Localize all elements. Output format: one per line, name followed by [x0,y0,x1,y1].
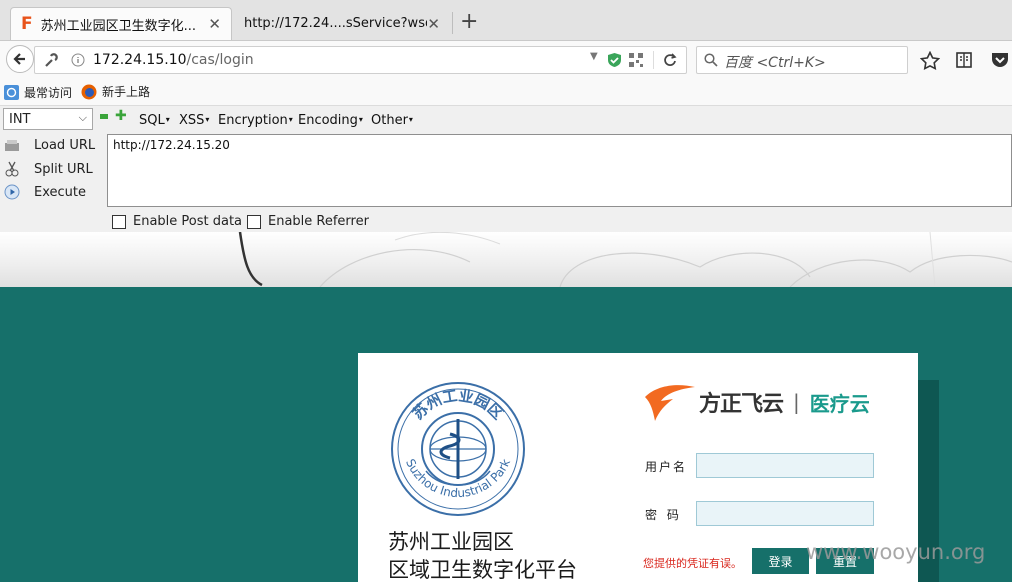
firefox-icon [81,84,97,99]
platform-title-line2: 区域卫生数字化平台 [388,558,577,582]
menu-xss[interactable]: XSS▾ [179,113,209,128]
enable-referrer-option[interactable]: Enable Referrer [247,214,369,229]
increase-icon[interactable]: ✚ [115,108,127,124]
tab-bar: F 苏州工业园区卫生数字化... ✕ http://172.24....sSer… [0,0,1012,41]
load-url-button[interactable]: Load URL [4,134,95,156]
shield-check-icon[interactable] [607,52,622,68]
enable-post-data-option[interactable]: Enable Post data [112,214,242,229]
url-textarea[interactable]: http://172.24.15.20 [107,134,1012,207]
firefox-f-icon: F [21,14,33,34]
menu-sql[interactable]: SQL▾ [139,113,170,128]
execute-button[interactable]: Execute [4,181,86,203]
brand-logo: 方正飞云 | 医疗云 [643,383,870,421]
referrer-checkbox[interactable] [247,214,261,229]
back-button[interactable] [6,45,34,73]
decrease-icon[interactable] [100,114,108,119]
brand-name: 方正飞云 [699,392,784,417]
tab-login-page[interactable]: F 苏州工业园区卫生数字化... ✕ [10,7,232,40]
split-url-button[interactable]: Split URL [4,158,93,180]
bookmarks-toolbar: 最常访问 新手上路 [0,79,1012,105]
bookmark-getting-started[interactable]: 新手上路 [81,83,150,100]
bookmark-label: 最常访问 [24,86,73,100]
platform-title-line1: 苏州工业园区 [388,530,514,554]
menu-encoding[interactable]: Encoding▾ [298,113,363,128]
login-button[interactable]: 登录 [752,548,809,574]
reload-icon[interactable] [662,52,678,68]
cloud-decoration [238,232,1012,287]
search-icon [704,53,718,67]
type-select[interactable]: INT ⌵ [3,108,93,130]
menu-other[interactable]: Other▾ [371,113,413,128]
load-url-icon [5,140,19,151]
menu-encryption[interactable]: Encryption▾ [218,113,293,128]
post-data-checkbox[interactable] [112,214,126,229]
platform-title: 苏州工业园区 区域卫生数字化平台 [388,528,577,584]
search-placeholder: 百度 <Ctrl+K> [724,55,826,71]
bookmark-label: 新手上路 [102,85,151,99]
type-select-value: INT [9,112,31,127]
tab-title: http://172.24....sService?wsdl [244,16,428,31]
tab-title: 苏州工业园区卫生数字化... [40,18,197,34]
scissors-icon [5,161,19,177]
tab-wsdl[interactable]: http://172.24....sService?wsdl ✕ [236,7,450,40]
reading-list-icon[interactable] [955,51,973,69]
url-host: 172.24.15.10 [93,52,187,68]
password-input[interactable] [696,501,874,526]
suzhou-park-emblem: 苏州工业园区 Suzhou Industrial Park [391,382,525,516]
identity-icon [45,53,58,67]
bookmark-star-icon[interactable] [920,51,940,71]
hackbar-panel: INT ⌵ ✚ SQL▾ XSS▾ Encryption▾ Encoding▾ … [0,105,1012,233]
brand-divider: | [793,390,800,414]
back-arrow-icon [13,53,25,65]
username-label: 用户名 [645,460,688,474]
dropdown-arrow-icon[interactable]: ▼ [590,51,598,62]
close-icon[interactable]: ✕ [427,15,440,33]
chevron-down-icon: ⌵ [78,111,87,124]
bookmark-most-visited[interactable]: 最常访问 [4,84,72,101]
navigation-bar: 172.24.15.10/cas/login ▼ 百度 <Ctrl+K> [0,41,1012,79]
brand-product: 医疗云 [809,391,870,416]
globe-icon [4,85,19,100]
url-bar[interactable]: 172.24.15.10/cas/login ▼ [34,46,687,74]
qr-code-icon[interactable] [629,53,643,67]
pocket-icon[interactable] [990,51,1010,69]
play-icon [4,184,20,200]
founder-logo-icon [645,385,695,421]
error-message: 您提供的凭证有误。 [643,557,742,570]
url-path: /cas/login [186,52,254,68]
username-input[interactable] [696,453,874,478]
close-icon[interactable]: ✕ [208,15,221,33]
watermark-text: www.wooyun.org [806,540,986,564]
password-label: 密 码 [645,508,682,522]
info-icon[interactable] [71,53,85,67]
header-banner [0,232,1012,287]
new-tab-button[interactable]: + [460,9,478,34]
search-box[interactable]: 百度 <Ctrl+K> [696,46,908,74]
